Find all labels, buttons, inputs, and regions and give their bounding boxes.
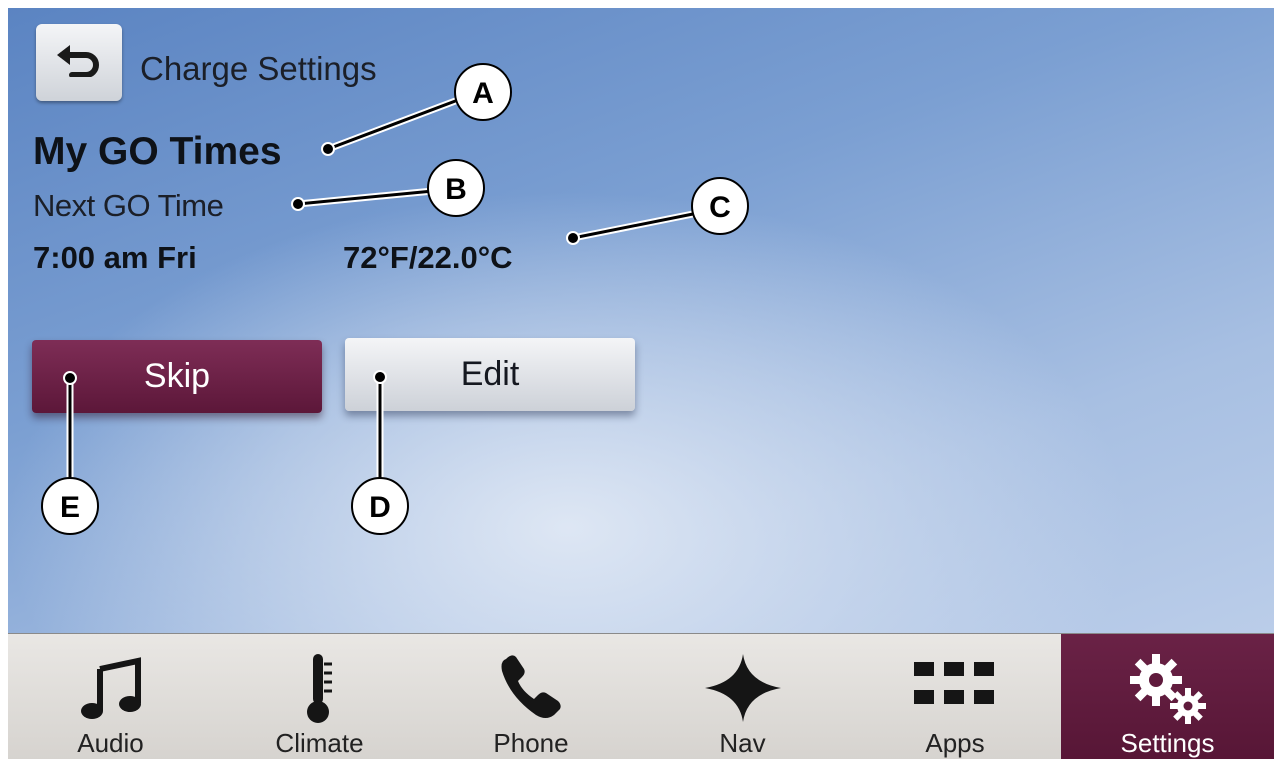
nav-label-nav: Nav [719,728,766,758]
callout-d-marker: D [351,477,409,535]
gears-icon [1128,648,1208,728]
callout-c-label: C [709,191,731,224]
charge-settings-screen: Charge Settings My GO Times Next GO Time… [8,8,1274,759]
nav-label-phone: Phone [493,728,569,758]
page-title: Charge Settings [140,50,377,87]
callout-a-label: A [472,77,494,110]
go-times-heading: My GO Times [33,130,282,173]
callout-d-label: D [369,491,391,524]
callout-c-marker: C [691,177,749,235]
next-go-time-label: Next GO Time [33,188,224,223]
compass-star-icon [703,648,783,728]
music-note-icon [78,648,144,728]
callout-e-marker: E [41,477,99,535]
nav-label-apps: Apps [925,728,985,758]
nav-label-settings: Settings [1120,728,1215,758]
nav-label-audio: Audio [77,728,144,758]
callout-b-label: B [445,173,467,206]
nav-item-climate[interactable]: Climate [213,634,426,759]
edit-button[interactable]: Edit [345,338,635,411]
nav-item-audio[interactable]: Audio [8,634,213,759]
nav-label-climate: Climate [275,728,364,758]
back-button[interactable] [36,24,122,101]
back-arrow-icon [54,43,104,82]
nav-item-nav[interactable]: Nav [636,634,849,759]
bottom-nav-bar: Audio Climate Phone Nav Apps Settings [8,633,1274,759]
phone-icon [496,648,566,728]
callout-a-marker: A [454,63,512,121]
nav-item-apps[interactable]: Apps [849,634,1061,759]
nav-item-phone[interactable]: Phone [426,634,636,759]
next-go-time-value: 7:00 am Fri [33,240,197,275]
thermometer-icon [300,648,340,728]
cabin-temperature-value: 72°F/22.0°C [343,240,513,275]
callout-e-label: E [60,491,80,524]
skip-button[interactable]: Skip [32,340,322,413]
apps-grid-icon [914,648,996,728]
callout-b-marker: B [427,159,485,217]
nav-item-settings[interactable]: Settings [1061,634,1274,759]
